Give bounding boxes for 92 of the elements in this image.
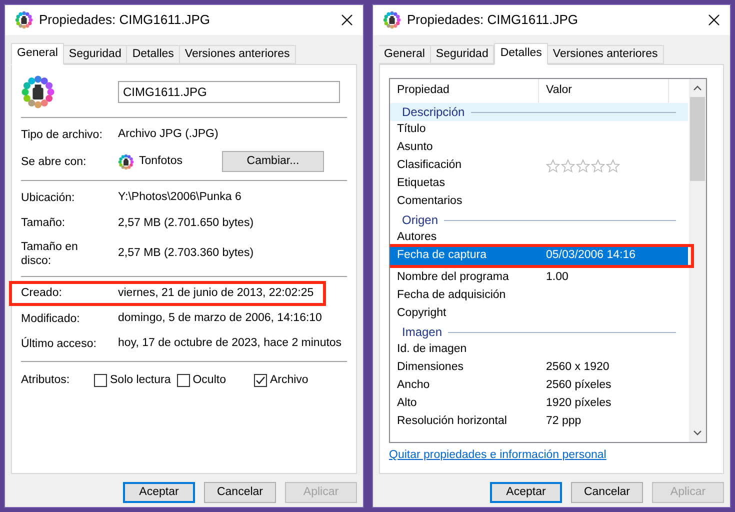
tab[interactable]: Versiones anteriores xyxy=(548,45,664,64)
tab[interactable]: Detalles xyxy=(494,43,548,65)
property-name: Fecha de captura xyxy=(396,248,488,264)
property-name: Dimensiones xyxy=(396,360,464,376)
dialog-button[interactable]: Cancelar xyxy=(204,482,276,503)
property-row[interactable]: Fecha de captura 05/03/2006 14:16 xyxy=(390,247,688,265)
property-row[interactable]: Clasificación xyxy=(390,157,688,175)
checkbox[interactable] xyxy=(176,374,190,387)
property-row[interactable]: Ancho 2560 píxeles xyxy=(390,377,688,395)
property-value: 05/03/2006 14:16 xyxy=(545,248,637,264)
property-row[interactable]: Dimensiones 2560 x 1920 xyxy=(390,359,688,377)
tab[interactable]: Versiones anteriores xyxy=(180,45,296,64)
scroll-up-icon xyxy=(693,85,702,91)
field-value: hoy, 17 de octubre de 2023, hace 2 minutos xyxy=(118,336,342,352)
property-name: Etiquetas xyxy=(396,176,446,192)
tab[interactable]: General xyxy=(379,45,431,64)
star-icon xyxy=(591,159,605,173)
property-row[interactable]: Comentarios xyxy=(390,193,688,211)
scroll-down-icon xyxy=(693,430,702,436)
checkbox[interactable] xyxy=(94,374,107,387)
property-row[interactable]: Título xyxy=(390,121,688,139)
property-row[interactable]: Nombre del programa 1.00 xyxy=(390,269,688,287)
window-title: Propiedades: CIMG1611.JPG xyxy=(39,11,212,30)
property-row[interactable]: Copyright xyxy=(390,305,688,323)
property-value: 2560 x 1920 xyxy=(545,360,610,376)
field-label: Tamaño: xyxy=(21,216,66,230)
group-header[interactable]: Descripción xyxy=(390,103,688,121)
dialog-button[interactable]: Aceptar xyxy=(490,482,562,503)
property-name: Id. de imagen xyxy=(396,342,468,358)
star-icon xyxy=(576,159,590,173)
property-name: Autores xyxy=(396,230,438,246)
property-name: Título xyxy=(396,122,427,138)
star-icon xyxy=(546,159,560,173)
property-row[interactable]: Fecha de adquisición xyxy=(390,287,688,305)
field-value: domingo, 5 de marzo de 2006, 14:16:10 xyxy=(118,311,322,326)
property-row[interactable]: Autores xyxy=(390,229,688,247)
checkbox-label: Oculto xyxy=(192,372,226,388)
field-label: Atributos: xyxy=(21,372,71,388)
property-value: 1.00 xyxy=(545,270,570,286)
field-label: Último acceso: xyxy=(21,336,98,351)
group-header[interactable]: Origen xyxy=(390,211,688,229)
field-label: Tamaño en disco: xyxy=(21,240,79,268)
close-icon xyxy=(341,14,353,26)
change-button[interactable]: Cambiar... xyxy=(222,151,324,172)
group-header[interactable]: Imagen xyxy=(390,323,688,341)
file-name-field[interactable]: CIMG1611.JPG xyxy=(118,81,340,103)
star-icon xyxy=(606,159,620,173)
property-name: Fecha de adquisición xyxy=(396,288,507,304)
field-value: Archivo JPG (.JPG) xyxy=(118,127,218,142)
checkbox-label: Archivo xyxy=(270,372,308,388)
property-name: Comentarios xyxy=(396,194,464,210)
property-row[interactable]: Id. de imagen xyxy=(390,341,688,359)
field-label: Creado: xyxy=(21,286,63,300)
property-value: 2560 píxeles xyxy=(545,378,612,394)
property-row[interactable]: Etiquetas xyxy=(390,175,688,193)
app-icon xyxy=(15,11,33,29)
property-name: Ancho xyxy=(396,378,431,394)
property-name: Nombre del programa xyxy=(396,270,510,286)
tab[interactable]: General xyxy=(11,43,64,65)
field-value: Tonfotos xyxy=(139,154,184,170)
property-value: 1920 píxeles xyxy=(545,396,612,412)
field-label: Tipo de archivo: xyxy=(21,128,104,142)
star-icon xyxy=(561,159,575,173)
field-value: Y:\Photos\2006\Punka 6 xyxy=(118,190,242,206)
field-value: 2,57 MB (2.703.360 bytes) xyxy=(118,246,254,262)
property-name: Alto xyxy=(396,396,418,412)
dialog-button[interactable]: Cancelar xyxy=(571,482,643,503)
property-value: 72 ppp xyxy=(545,414,582,430)
checkbox[interactable] xyxy=(254,374,267,387)
app-icon xyxy=(21,75,55,109)
field-value: 2,57 MB (2.701.650 bytes) xyxy=(118,216,254,230)
field-label: Modificado: xyxy=(21,312,81,326)
dialog-button[interactable]: Aceptar xyxy=(123,482,195,503)
field-value: viernes, 21 de junio de 2013, 22:02:25 xyxy=(118,286,314,301)
property-row[interactable]: Asunto xyxy=(390,139,688,157)
field-label: Se abre con: xyxy=(21,154,88,169)
app-icon xyxy=(383,11,401,29)
property-name: Clasificación xyxy=(396,158,463,174)
window-title: Propiedades: CIMG1611.JPG xyxy=(407,11,580,30)
property-row[interactable]: Alto 1920 píxeles xyxy=(390,395,688,413)
property-name: Copyright xyxy=(396,306,448,322)
property-name: Resolución horizontal xyxy=(396,414,508,430)
remove-properties-link[interactable]: Quitar propiedades e información personal xyxy=(389,447,606,464)
tab[interactable]: Seguridad xyxy=(64,45,128,64)
tab[interactable]: Detalles xyxy=(127,45,180,64)
property-name: Asunto xyxy=(396,140,434,156)
checkbox-label: Solo lectura xyxy=(110,372,171,388)
property-row[interactable]: Resolución horizontal 72 ppp xyxy=(390,413,688,431)
close-icon xyxy=(708,14,720,26)
app-icon xyxy=(118,154,134,170)
tab[interactable]: Seguridad xyxy=(430,45,494,64)
field-label: Ubicación: xyxy=(21,190,76,205)
